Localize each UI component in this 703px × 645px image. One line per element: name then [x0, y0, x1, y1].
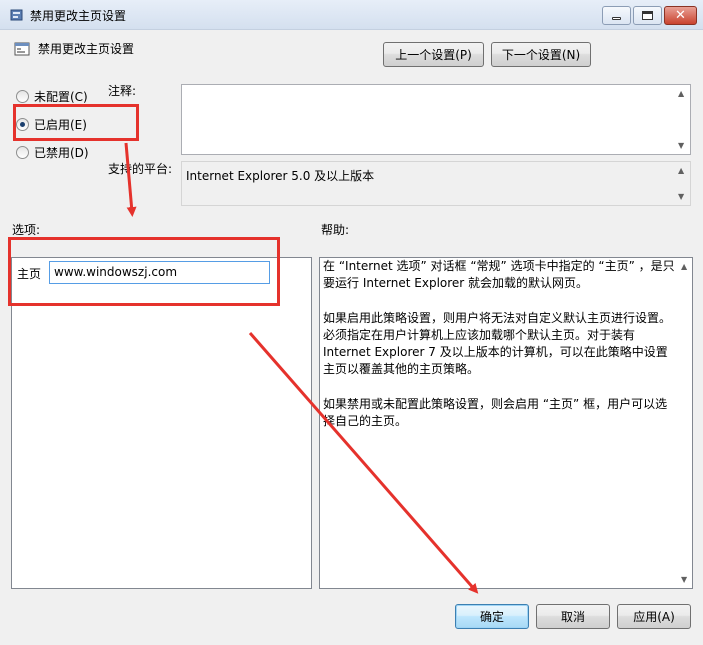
scroll-down-icon[interactable]: ▼: [678, 192, 684, 201]
help-paragraph: 在 “Internet 选项” 对话框 “常规” 选项卡中指定的 “主页” ，是…: [323, 259, 675, 291]
ok-button[interactable]: 确定: [455, 604, 529, 629]
scroll-up-icon[interactable]: ▲: [678, 166, 684, 175]
help-label: 帮助:: [321, 223, 350, 237]
apply-button[interactable]: 应用(A): [617, 604, 691, 629]
title-bar: 禁用更改主页设置 ✕: [0, 0, 703, 30]
radio-circle[interactable]: [16, 146, 29, 159]
cancel-button[interactable]: 取消: [536, 604, 610, 629]
help-scrollbar[interactable]: ▲ ▼: [678, 258, 692, 588]
previous-setting-button[interactable]: 上一个设置(P): [383, 42, 484, 67]
comment-scrollbar[interactable]: ▲ ▼: [674, 85, 690, 154]
options-panel: [11, 257, 312, 589]
supported-field: Internet Explorer 5.0 及以上版本 ▲ ▼: [181, 161, 691, 206]
policy-title: 禁用更改主页设置: [38, 42, 135, 56]
radio-not-configured[interactable]: 未配置(C): [16, 88, 88, 105]
supported-label: 支持的平台:: [108, 162, 173, 176]
comment-label: 注释:: [108, 84, 137, 98]
scroll-up-icon[interactable]: ▲: [678, 89, 684, 98]
maximize-button[interactable]: [633, 6, 662, 25]
scroll-down-icon[interactable]: ▼: [681, 575, 687, 584]
close-icon: ✕: [675, 8, 686, 23]
minimize-icon: [612, 17, 621, 20]
radio-circle[interactable]: [16, 90, 29, 103]
close-button[interactable]: ✕: [664, 6, 697, 25]
options-label: 选项:: [12, 223, 41, 237]
policy-settings-icon: [10, 9, 23, 21]
supported-value: Internet Explorer 5.0 及以上版本: [186, 169, 375, 183]
arrow-down-to-options: [124, 142, 137, 217]
radio-label: 未配置(C): [34, 90, 88, 104]
radio-disabled[interactable]: 已禁用(D): [16, 144, 89, 161]
supported-scrollbar[interactable]: ▲ ▼: [674, 162, 690, 205]
window-title: 禁用更改主页设置: [30, 9, 127, 23]
scroll-down-icon[interactable]: ▼: [678, 141, 684, 150]
policy-icon: [14, 42, 30, 56]
help-paragraph: 如果启用此策略设置，则用户将无法对自定义默认主页进行设置。必须指定在用户计算机上…: [323, 310, 672, 377]
help-text: 在 “Internet 选项” 对话框 “常规” 选项卡中指定的 “主页” ，是…: [323, 258, 678, 447]
annotation-box-enabled: [13, 104, 139, 141]
next-setting-button[interactable]: 下一个设置(N): [491, 42, 591, 67]
maximize-icon: [642, 11, 653, 20]
scroll-up-icon[interactable]: ▲: [681, 262, 687, 271]
comment-field[interactable]: ▲ ▼: [181, 84, 691, 155]
help-paragraph: 如果禁用或未配置此策略设置，则会启用 “主页” 框，用户可以选择自己的主页。: [323, 396, 668, 429]
radio-label: 已禁用(D): [34, 146, 89, 160]
annotation-box-homepage: [8, 237, 280, 306]
minimize-button[interactable]: [602, 6, 631, 25]
